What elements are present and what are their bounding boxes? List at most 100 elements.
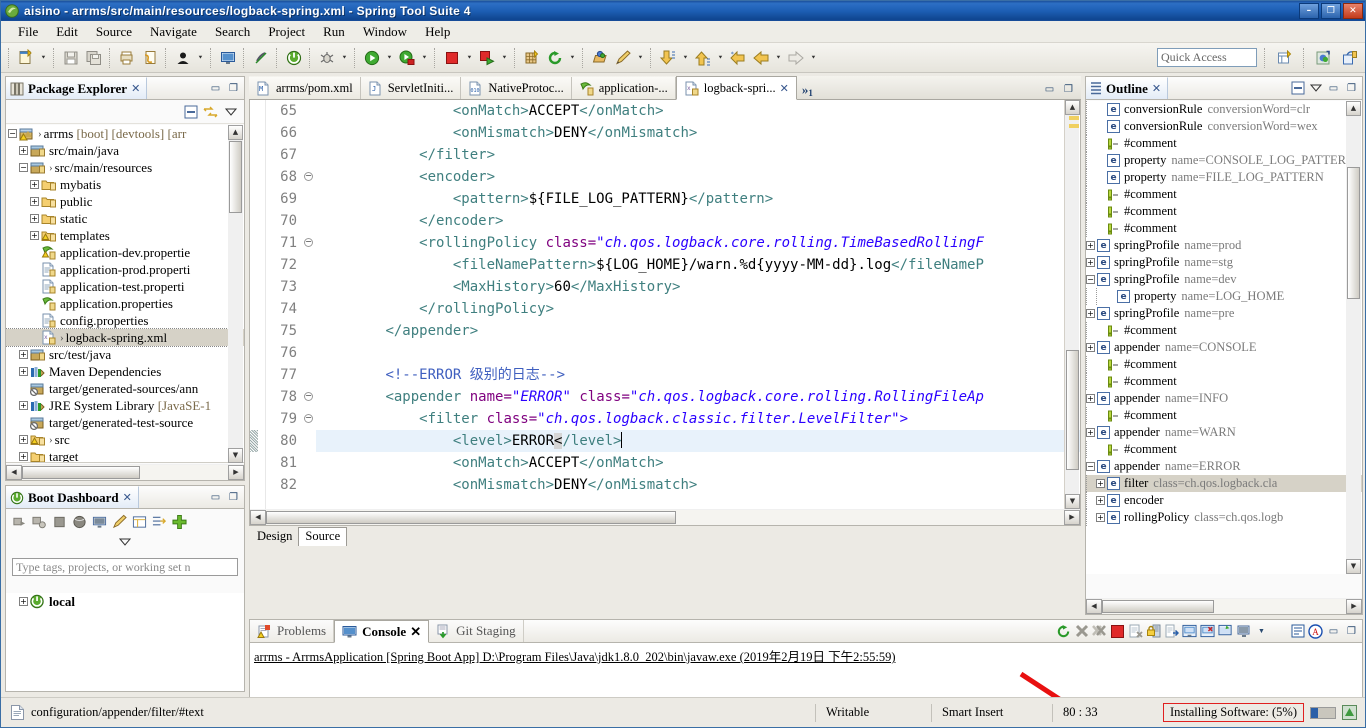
code-line[interactable]: </rollingPolicy> bbox=[316, 298, 1080, 320]
code-line[interactable]: </encoder> bbox=[316, 210, 1080, 232]
close-icon[interactable]: ✕ bbox=[123, 491, 132, 504]
tree-item-target-generated-sources-ann[interactable]: target/generated-sources/ann bbox=[6, 380, 244, 397]
outline-item-appender[interactable]: − e appender name=ERROR bbox=[1086, 458, 1362, 475]
scroll-thumb[interactable] bbox=[1066, 350, 1079, 470]
scroll-up-arrow[interactable]: ▲ bbox=[1346, 101, 1361, 116]
back-history-icon[interactable]: * bbox=[727, 46, 749, 70]
minimize-icon[interactable]: ▭ bbox=[208, 490, 223, 505]
outline-expander[interactable]: + bbox=[1086, 428, 1095, 437]
close-icon[interactable]: ✕ bbox=[410, 624, 421, 640]
next-annotation-dropdown[interactable] bbox=[680, 46, 691, 70]
pin-console-icon[interactable] bbox=[1182, 624, 1197, 639]
new-console-dropdown[interactable]: ▼ bbox=[1254, 624, 1269, 639]
view-menu-icon[interactable] bbox=[1308, 81, 1323, 96]
tree-expander[interactable]: + bbox=[19, 452, 28, 461]
open-web-icon[interactable] bbox=[72, 514, 87, 529]
tree-expander[interactable]: + bbox=[19, 146, 28, 155]
console-tab-console[interactable]: Console ✕ bbox=[334, 620, 430, 643]
word-wrap-icon[interactable] bbox=[1290, 624, 1305, 639]
code-line[interactable]: <!--ERROR 级别的日志--> bbox=[316, 364, 1080, 386]
refresh-dropdown[interactable] bbox=[567, 46, 578, 70]
tree-item-target[interactable]: + target bbox=[6, 448, 244, 462]
maximize-icon[interactable]: ❐ bbox=[226, 490, 241, 505]
new-wizard-icon[interactable] bbox=[15, 46, 37, 70]
code-line[interactable]: <encoder> bbox=[316, 166, 1080, 188]
tree-item-logback-spring.xml[interactable]: x › logback-spring.xml bbox=[6, 328, 244, 347]
scroll-down-arrow[interactable]: ▼ bbox=[1065, 494, 1080, 509]
properties-icon[interactable] bbox=[132, 514, 147, 529]
tree-item-jre-system-library[interactable]: + JRE System Library [JavaSE-1 bbox=[6, 397, 244, 414]
editor-tab-arrmspomxml[interactable]: Marrms/pom.xml bbox=[249, 77, 361, 99]
save-icon[interactable] bbox=[60, 46, 82, 70]
hscroll-thumb[interactable] bbox=[1102, 599, 1214, 613]
code-line[interactable]: <MaxHistory>60</MaxHistory> bbox=[316, 276, 1080, 298]
outline-item-#comment[interactable]: #comment bbox=[1086, 441, 1362, 458]
console-tab-git-staging[interactable]: Git Staging bbox=[429, 620, 524, 642]
outline-expander[interactable]: − bbox=[1086, 462, 1095, 471]
code-line[interactable]: <fileNamePattern>${LOG_HOME}/warn.%d{yyy… bbox=[316, 254, 1080, 276]
open-type-icon[interactable] bbox=[589, 46, 611, 70]
spring-boot-icon[interactable] bbox=[283, 46, 305, 70]
code-line[interactable]: <filter class="ch.qos.logback.classic.fi… bbox=[316, 408, 1080, 430]
console-tab-problems[interactable]: Problems bbox=[250, 620, 335, 642]
scroll-left-arrow[interactable]: ◀ bbox=[250, 509, 266, 525]
minimize-icon[interactable]: ▭ bbox=[1326, 81, 1341, 96]
editor-more-tabs-button[interactable]: » 1 bbox=[797, 77, 818, 99]
user-dropdown[interactable] bbox=[195, 46, 206, 70]
hscroll-track[interactable] bbox=[266, 509, 1064, 525]
tree-expander[interactable]: + bbox=[30, 197, 39, 206]
code-line[interactable]: <rollingPolicy class="ch.qos.logback.cor… bbox=[316, 232, 1080, 254]
outline-expander[interactable]: + bbox=[1086, 394, 1095, 403]
scroll-right-arrow[interactable]: ▶ bbox=[1346, 598, 1362, 614]
outline-expander[interactable]: + bbox=[1096, 496, 1105, 505]
outline-item-filter[interactable]: + e filter class=ch.qos.logback.cla bbox=[1086, 475, 1362, 492]
java-perspective-icon[interactable] bbox=[1313, 46, 1335, 70]
tree-item-config.properties[interactable]: config.properties bbox=[6, 312, 244, 329]
relaunch-icon[interactable] bbox=[476, 46, 498, 70]
tree-expander[interactable]: + bbox=[19, 350, 28, 359]
start-icon[interactable] bbox=[12, 514, 27, 529]
tree-expander[interactable]: − bbox=[8, 129, 17, 138]
code-text-area[interactable]: <onMatch>ACCEPT</onMatch> <onMismatch>DE… bbox=[316, 100, 1080, 509]
scroll-thumb[interactable] bbox=[229, 141, 242, 213]
close-icon[interactable]: ✕ bbox=[131, 82, 140, 95]
scroll-down-arrow[interactable]: ▼ bbox=[228, 448, 243, 463]
code-line[interactable]: <onMismatch>DENY</onMismatch> bbox=[316, 122, 1080, 144]
run-dropdown[interactable] bbox=[384, 46, 395, 70]
save-all-icon[interactable] bbox=[83, 46, 105, 70]
tree-expander[interactable]: + bbox=[19, 597, 28, 606]
run-profile-dropdown[interactable] bbox=[419, 46, 430, 70]
terminate-icon[interactable] bbox=[1074, 624, 1089, 639]
tree-item-src-test-java[interactable]: + src/test/java bbox=[6, 346, 244, 363]
print-icon[interactable] bbox=[116, 46, 138, 70]
code-line[interactable]: <level>ERROR</level> bbox=[316, 430, 1080, 452]
run-profile-icon[interactable] bbox=[396, 46, 418, 70]
boot-dashboard-item-local[interactable]: + local bbox=[6, 593, 244, 610]
maximize-icon[interactable]: ❐ bbox=[1061, 82, 1076, 97]
user-icon[interactable] bbox=[172, 46, 194, 70]
tree-item-application-prod.properti[interactable]: application-prod.properti bbox=[6, 261, 244, 278]
link-with-editor-icon[interactable] bbox=[203, 104, 218, 119]
ansi-icon[interactable]: A bbox=[1308, 623, 1323, 639]
minimize-icon[interactable]: ▭ bbox=[1326, 624, 1341, 639]
tree-item-templates[interactable]: + templates bbox=[6, 227, 244, 244]
outline-item-appender[interactable]: + e appender name=INFO bbox=[1086, 390, 1362, 407]
prev-annotation-icon[interactable] bbox=[692, 46, 714, 70]
tree-item-application-dev.propertie[interactable]: application-dev.propertie bbox=[6, 244, 244, 261]
outline-hscrollbar[interactable]: ◀ ▶ bbox=[1086, 598, 1362, 614]
maximize-icon[interactable]: ❐ bbox=[226, 81, 241, 96]
hscroll-thumb[interactable] bbox=[266, 510, 676, 524]
outline-expander[interactable]: + bbox=[1086, 343, 1095, 352]
scroll-up-arrow[interactable]: ▲ bbox=[1065, 100, 1080, 115]
clear-console-icon[interactable] bbox=[1128, 624, 1143, 639]
code-line[interactable]: <onMatch>ACCEPT</onMatch> bbox=[316, 100, 1080, 122]
outline-item-#comment[interactable]: #comment bbox=[1086, 356, 1362, 373]
editor-hscrollbar[interactable]: ◀ ▶ bbox=[249, 509, 1081, 526]
menu-run[interactable]: Run bbox=[314, 22, 354, 42]
outline-expander[interactable]: + bbox=[1086, 258, 1095, 267]
outline-tree[interactable]: e conversionRule conversionWord=clr e conver… bbox=[1086, 101, 1362, 574]
tree-item-arrms[interactable]: − › arrms [boot] [devtools] [arr bbox=[6, 125, 244, 142]
outline-item-#comment[interactable]: #comment bbox=[1086, 322, 1362, 339]
tree-item-src-main-java[interactable]: + src/main/java bbox=[6, 142, 244, 159]
outline-item-springprofile[interactable]: + e springProfile name=stg bbox=[1086, 254, 1362, 271]
